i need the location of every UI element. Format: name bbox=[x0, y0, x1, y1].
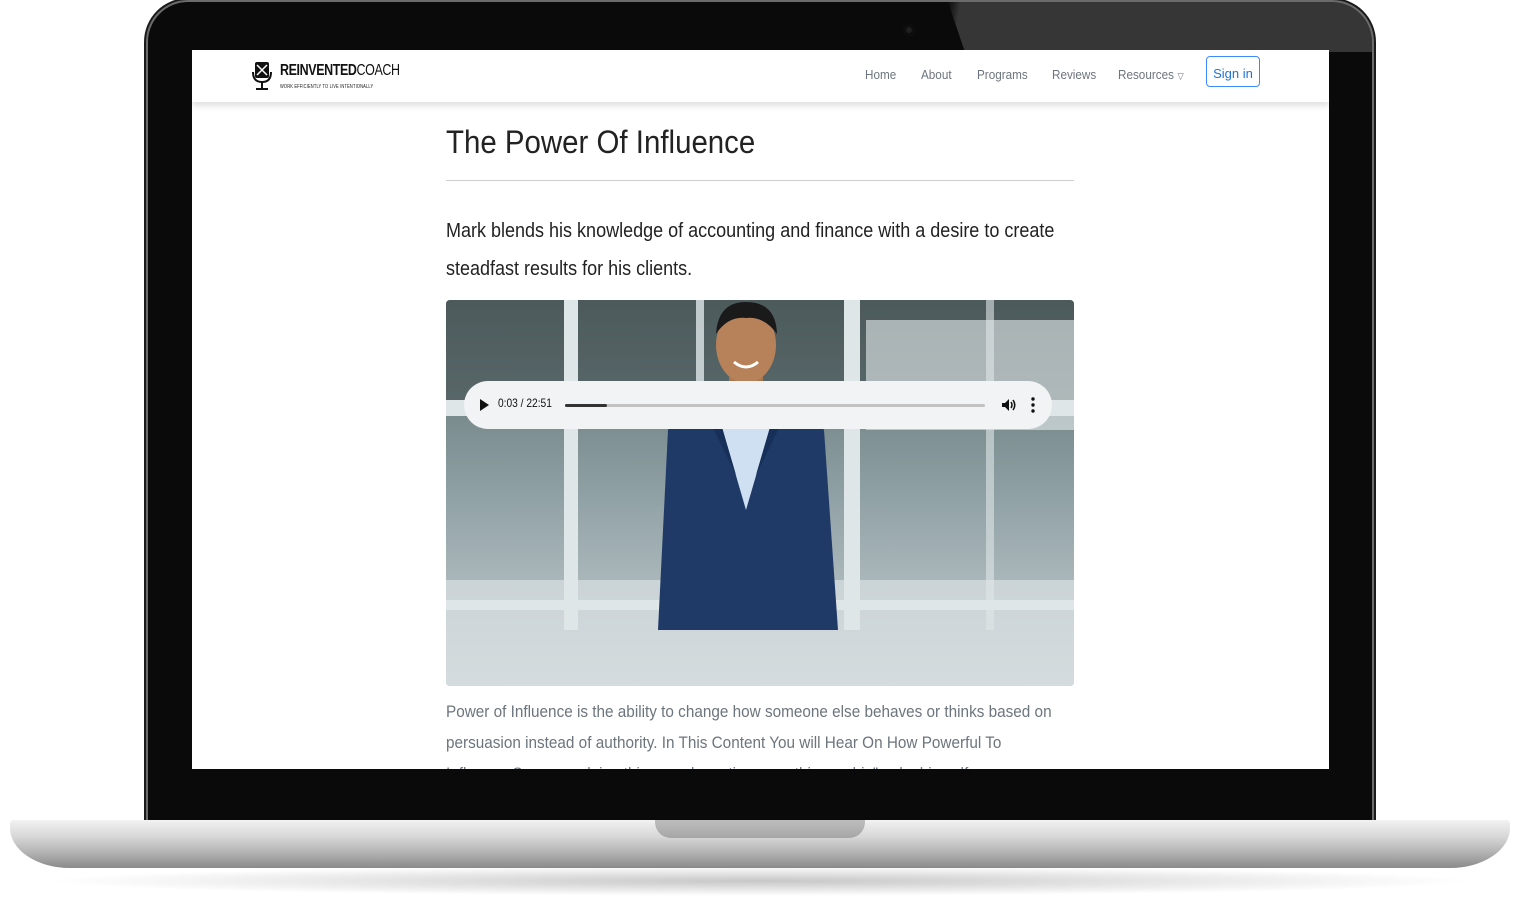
title-divider bbox=[446, 180, 1074, 181]
play-icon[interactable] bbox=[480, 399, 489, 411]
nav-home[interactable]: Home bbox=[865, 67, 896, 82]
nav-programs[interactable]: Programs bbox=[977, 67, 1028, 82]
page-title: The Power Of Influence bbox=[446, 124, 756, 160]
laptop-shadow bbox=[40, 866, 1480, 896]
chevron-down-icon: ▽ bbox=[1177, 71, 1184, 81]
logo-tagline: WORK EFFICIENTLY TO LIVE INTENTIONALLY bbox=[280, 84, 374, 90]
cover-photo bbox=[446, 300, 1074, 686]
audio-player: 0:03 / 22:51 bbox=[464, 381, 1052, 429]
audio-time: 0:03 / 22:51 bbox=[498, 396, 552, 410]
lid-glare bbox=[948, 2, 1372, 52]
nav-resources[interactable]: Resources ▽ bbox=[1118, 67, 1184, 82]
coach-portrait-image bbox=[446, 300, 1074, 686]
camera-icon bbox=[903, 24, 915, 36]
nav-resources-label: Resources bbox=[1118, 67, 1174, 82]
coach-logo-icon bbox=[252, 62, 272, 90]
audio-progress bbox=[565, 404, 607, 407]
more-options-icon[interactable] bbox=[1029, 396, 1037, 414]
body-paragraph: Power of Influence is the ability to cha… bbox=[446, 702, 1052, 769]
audio-seek-bar[interactable] bbox=[565, 404, 985, 407]
volume-icon[interactable] bbox=[1000, 396, 1018, 414]
laptop-screen: REINVENTEDCOACH WORK EFFICIENTLY TO LIVE… bbox=[192, 50, 1329, 769]
laptop-notch bbox=[655, 820, 865, 838]
sign-in-button[interactable]: Sign in bbox=[1206, 56, 1260, 87]
lead-paragraph: Mark blends his knowledge of accounting … bbox=[446, 220, 1055, 280]
nav-reviews[interactable]: Reviews bbox=[1052, 67, 1096, 82]
site-logo[interactable]: REINVENTEDCOACH WORK EFFICIENTLY TO LIVE… bbox=[250, 58, 400, 94]
logo-wordmark: REINVENTEDCOACH bbox=[280, 62, 400, 79]
nav-about[interactable]: About bbox=[921, 67, 952, 82]
navbar: REINVENTEDCOACH WORK EFFICIENTLY TO LIVE… bbox=[192, 50, 1329, 102]
